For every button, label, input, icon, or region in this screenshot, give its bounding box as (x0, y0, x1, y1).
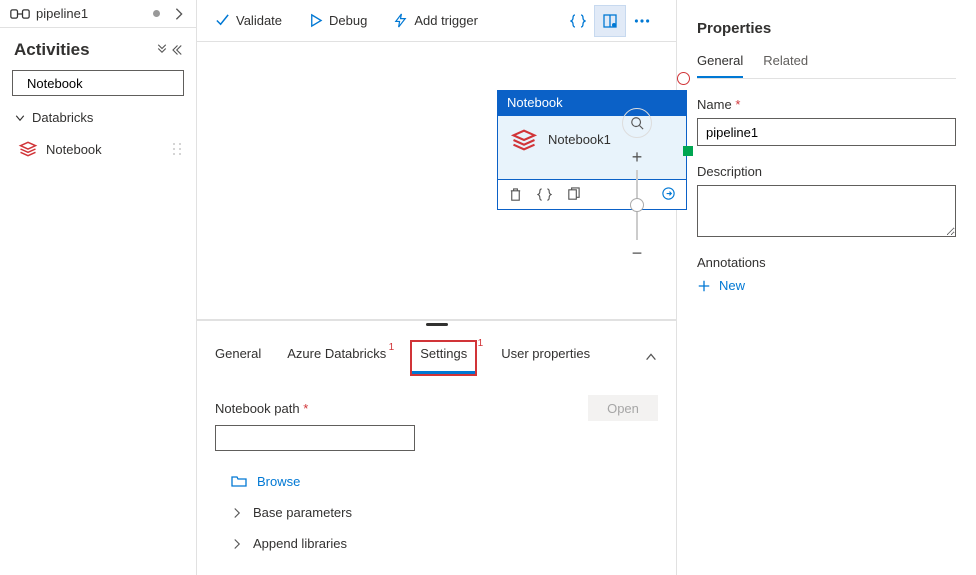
category-label: Databricks (32, 110, 93, 125)
name-label: Name * (697, 97, 956, 112)
unsaved-dot-icon (153, 10, 160, 17)
braces-icon (570, 13, 586, 29)
add-output-icon[interactable] (661, 186, 676, 201)
tab-settings[interactable]: Settings1 (412, 342, 475, 374)
grip-icon (172, 142, 182, 156)
validation-error-icon (677, 72, 690, 85)
annotations-label: Annotations (697, 255, 956, 270)
chevron-up-icon (644, 350, 658, 364)
bolt-icon (393, 13, 408, 28)
check-icon (215, 13, 230, 28)
pipeline-tab[interactable]: pipeline1 (0, 0, 196, 28)
description-input[interactable] (697, 185, 956, 237)
activity-item-notebook[interactable]: Notebook (0, 131, 196, 167)
tab-azure-databricks[interactable]: Azure Databricks1 (287, 346, 386, 371)
node-type-label: Notebook (497, 90, 687, 115)
toolbar-more-button[interactable] (626, 5, 658, 37)
chevron-down-icon (14, 112, 26, 124)
zoom-slider[interactable] (636, 170, 638, 240)
databricks-notebook-icon (510, 126, 538, 154)
properties-tab-general[interactable]: General (697, 53, 743, 78)
chevron-right-icon (231, 538, 243, 550)
delete-icon[interactable] (508, 187, 523, 202)
play-icon (308, 13, 323, 28)
browse-button[interactable]: Browse (231, 473, 658, 489)
copy-icon[interactable] (566, 187, 581, 202)
activity-item-label: Notebook (46, 142, 102, 157)
badge: 1 (389, 342, 395, 353)
name-input[interactable] (697, 118, 956, 146)
properties-heading: Properties (697, 20, 956, 37)
properties-icon (602, 13, 618, 29)
tab-title: pipeline1 (36, 6, 147, 21)
debug-button[interactable]: Debug (308, 13, 367, 28)
append-libraries-toggle[interactable]: Append libraries (231, 536, 658, 551)
validate-button[interactable]: Validate (215, 13, 282, 28)
description-label: Description (697, 164, 956, 179)
success-port-icon[interactable] (683, 146, 693, 156)
panel-resize-handle[interactable] (426, 323, 448, 326)
notebook-path-input[interactable] (215, 425, 415, 451)
braces-icon[interactable] (537, 187, 552, 202)
chevron-right-icon (231, 507, 243, 519)
new-annotation-button[interactable]: New (697, 278, 956, 293)
plus-icon (697, 279, 711, 293)
more-icon (633, 12, 651, 30)
activity-search-input[interactable] (25, 75, 205, 92)
activity-search[interactable] (12, 70, 184, 96)
base-parameters-toggle[interactable]: Base parameters (231, 505, 658, 520)
properties-panel: Properties General Related Name * Descri… (676, 0, 976, 575)
databricks-notebook-icon (18, 139, 38, 159)
badge: 1 (478, 338, 484, 349)
add-trigger-button[interactable]: Add trigger (393, 13, 478, 28)
collapse-panel-button[interactable] (644, 350, 658, 367)
properties-tab-related[interactable]: Related (763, 53, 808, 78)
category-databricks[interactable]: Databricks (0, 104, 196, 131)
tab-user-properties[interactable]: User properties (501, 346, 590, 371)
pipeline-icon (10, 7, 30, 21)
activity-node-notebook[interactable]: Notebook Notebook1 (497, 90, 687, 210)
collapse-all-icon[interactable] (156, 44, 168, 56)
zoom-thumb[interactable] (630, 198, 644, 212)
activities-heading: Activities (14, 40, 156, 60)
pipeline-canvas[interactable]: Notebook Notebook1 + (197, 42, 676, 320)
zoom-out-button[interactable]: − (624, 240, 650, 266)
zoom-in-button[interactable]: + (624, 144, 650, 170)
properties-toggle-button[interactable] (594, 5, 626, 37)
collapse-left-icon[interactable] (170, 44, 182, 56)
code-view-button[interactable] (562, 5, 594, 37)
notebook-path-label: Notebook path * (215, 401, 308, 416)
zoom-fit-button[interactable] (622, 108, 652, 138)
node-name: Notebook1 (548, 132, 611, 147)
tab-general[interactable]: General (215, 346, 261, 371)
search-icon (630, 116, 644, 130)
chevron-right-icon[interactable] (172, 7, 186, 21)
open-button: Open (588, 395, 658, 421)
folder-icon (231, 473, 247, 489)
